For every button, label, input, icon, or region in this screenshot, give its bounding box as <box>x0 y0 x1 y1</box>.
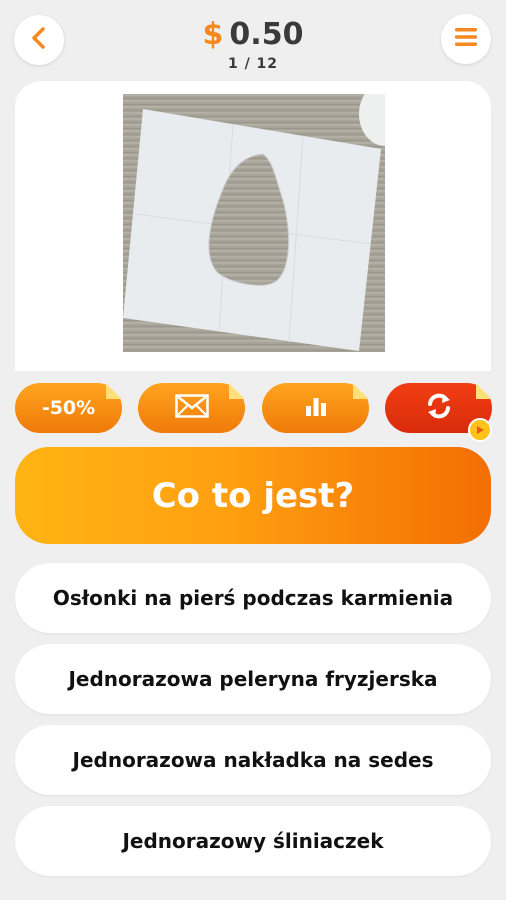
hamburger-icon <box>455 27 477 51</box>
question-photo <box>123 94 385 352</box>
answer-text: Jednorazowa peleryna fryzjerska <box>68 667 438 691</box>
answer-text: Osłonki na pierś podczas karmienia <box>52 586 454 610</box>
answer-option-4[interactable]: Jednorazowy śliniaczek <box>15 806 491 876</box>
corner-fold <box>229 383 245 399</box>
envelope-icon <box>174 394 209 422</box>
corner-fold <box>476 383 492 399</box>
menu-button[interactable] <box>441 14 491 64</box>
question-banner: Co to jest? <box>15 447 491 544</box>
answer-text: Jednorazowa nakładka na sedes <box>72 748 434 772</box>
play-icon <box>468 418 492 442</box>
corner-fold <box>353 383 369 399</box>
swap-question-button[interactable] <box>385 383 492 442</box>
answer-option-2[interactable]: Jednorazowa peleryna fryzjerska <box>15 644 491 714</box>
balance-value: 0.50 <box>229 17 304 52</box>
bar-chart-icon <box>304 395 328 421</box>
header-stats: $0.50 1 / 12 <box>0 14 506 72</box>
ask-friend-button[interactable] <box>138 383 245 433</box>
currency-symbol: $ <box>202 17 224 52</box>
answer-text: Jednorazowy śliniaczek <box>122 829 384 853</box>
answer-option-1[interactable]: Osłonki na pierś podczas karmienia <box>15 563 491 633</box>
refresh-icon <box>424 391 454 425</box>
answer-option-3[interactable]: Jednorazowa nakładka na sedes <box>15 725 491 795</box>
powerups-bar: -50% <box>0 383 506 442</box>
corner-fold <box>106 383 122 399</box>
question-progress: 1 / 12 <box>227 56 279 72</box>
half-hint-button[interactable]: -50% <box>15 383 122 433</box>
balance-display: $0.50 <box>0 14 506 56</box>
question-text: Co to jest? <box>151 475 355 516</box>
audience-poll-button[interactable] <box>262 383 369 433</box>
half-hint-label: -50% <box>41 397 96 419</box>
question-image-card <box>15 81 491 371</box>
